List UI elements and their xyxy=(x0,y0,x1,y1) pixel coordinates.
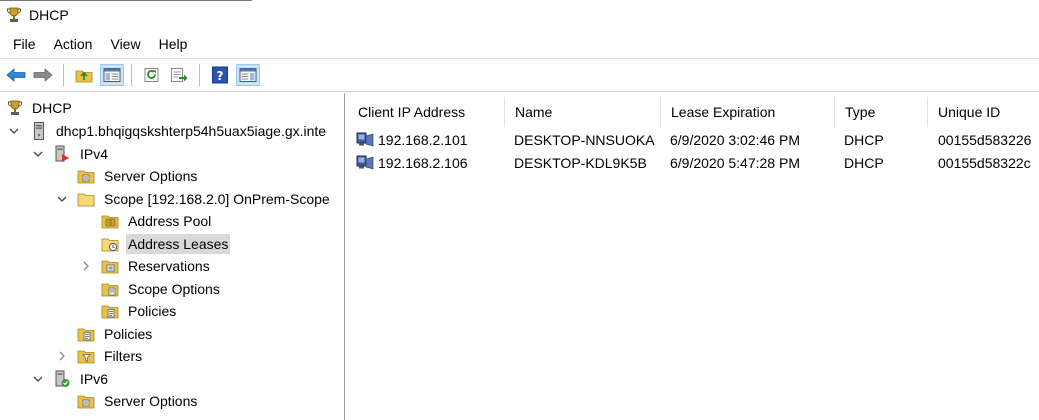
cell-lease-expiration: 6/9/2020 5:47:28 PM xyxy=(670,155,800,171)
tree-node-reservations[interactable]: Reservations xyxy=(0,255,344,277)
collapse-chevron-icon[interactable] xyxy=(31,147,45,161)
tree-label: Address Leases xyxy=(126,234,231,254)
cell-type: DHCP xyxy=(844,132,884,148)
tree-label: Filters xyxy=(104,348,143,364)
tree-label: Scope [192.168.2.0] OnPrem-Scope xyxy=(104,191,330,207)
tree-node-ipv4-policies[interactable]: Policies xyxy=(0,323,344,345)
lease-client-icon xyxy=(356,155,374,171)
toolbar-separator xyxy=(131,64,132,86)
title-bar: DHCP xyxy=(0,0,1039,30)
policies-icon xyxy=(77,325,95,343)
leases-list-view: Client IP Address Name Lease Expiration … xyxy=(348,93,1039,420)
tree-label: dhcp1.bhqigqskshterp54h5uax5iage.gx.inte xyxy=(56,123,327,139)
column-header-name[interactable]: Name xyxy=(505,97,661,127)
back-arrow-icon[interactable] xyxy=(4,64,28,86)
title-bar-divider xyxy=(0,0,252,1)
column-header-lease-expiration[interactable]: Lease Expiration xyxy=(661,97,835,127)
server-icon xyxy=(30,122,48,140)
menu-help[interactable]: Help xyxy=(153,33,194,55)
tree-node-address-leases[interactable]: Address Leases xyxy=(0,233,344,255)
tree-label: Server Options xyxy=(104,393,198,409)
server-options-icon xyxy=(77,392,95,410)
collapse-chevron-icon[interactable] xyxy=(55,192,69,206)
tree-node-scope-policies[interactable]: Policies xyxy=(0,300,344,322)
menu-file[interactable]: File xyxy=(7,33,42,55)
cell-unique-id: 00155d58322c xyxy=(938,155,1031,171)
cell-type: DHCP xyxy=(844,155,884,171)
ipv4-icon xyxy=(53,145,71,163)
cell-lease-expiration: 6/9/2020 3:02:46 PM xyxy=(670,132,800,148)
table-row[interactable]: 192.168.2.101 DESKTOP-NNSUOKA 6/9/2020 3… xyxy=(348,129,1039,151)
tree-label: Scope Options xyxy=(128,281,220,297)
toolbar-separator xyxy=(63,64,64,86)
toolbar-separator xyxy=(199,64,200,86)
show-hide-console-tree-icon[interactable] xyxy=(100,64,124,86)
tree-node-filters[interactable]: Filters xyxy=(0,345,344,367)
collapse-chevron-icon[interactable] xyxy=(31,372,45,386)
policies-icon xyxy=(101,302,119,320)
toolbar: ? xyxy=(0,58,1039,92)
window-title: DHCP xyxy=(29,7,69,23)
menu-bar: File Action View Help xyxy=(0,32,1039,56)
reservations-icon xyxy=(101,257,119,275)
lease-client-icon xyxy=(356,132,374,148)
cell-name: DESKTOP-NNSUOKA xyxy=(514,132,655,148)
tree-label: Reservations xyxy=(128,258,210,274)
refresh-icon[interactable] xyxy=(140,64,164,86)
column-header-type[interactable]: Type xyxy=(835,97,928,127)
scope-folder-icon xyxy=(77,190,95,208)
tree-label: Policies xyxy=(104,326,153,342)
menu-view[interactable]: View xyxy=(104,33,146,55)
collapse-chevron-icon[interactable] xyxy=(7,124,21,138)
properties-icon[interactable] xyxy=(236,64,260,86)
dhcp-trophy-icon xyxy=(5,6,23,24)
tree-node-address-pool[interactable]: Address Pool xyxy=(0,210,344,232)
expand-chevron-icon[interactable] xyxy=(55,349,69,363)
tree-node-ipv6-server-options[interactable]: Server Options xyxy=(0,390,344,412)
help-icon[interactable]: ? xyxy=(208,64,232,86)
tree-node-server[interactable]: dhcp1.bhqigqskshterp54h5uax5iage.gx.inte xyxy=(0,120,344,142)
tree-node-scope[interactable]: Scope [192.168.2.0] OnPrem-Scope xyxy=(0,188,344,210)
cell-name: DESKTOP-KDL9K5B xyxy=(514,155,647,171)
tree-node-ipv6[interactable]: IPv6 xyxy=(0,368,344,390)
tree-label: Address Pool xyxy=(128,213,212,229)
cell-client-ip: 192.168.2.101 xyxy=(378,132,468,148)
forward-arrow-icon[interactable] xyxy=(31,64,55,86)
scope-options-icon xyxy=(101,280,119,298)
tree-node-dhcp[interactable]: DHCP xyxy=(0,97,344,119)
tree-node-server-options[interactable]: Server Options xyxy=(0,165,344,187)
tree-label: Policies xyxy=(128,303,177,319)
tree-node-ipv4[interactable]: IPv4 xyxy=(0,143,344,165)
tree-label: IPv4 xyxy=(80,146,109,162)
ipv6-icon xyxy=(53,370,71,388)
filters-icon xyxy=(77,347,95,365)
column-header-client-ip[interactable]: Client IP Address xyxy=(348,97,505,127)
console-tree: DHCP dhcp1.bhqigqskshterp54h5uax5iage.gx… xyxy=(0,93,345,420)
tree-label: DHCP xyxy=(32,100,72,116)
up-folder-icon[interactable] xyxy=(72,64,96,86)
table-row[interactable]: 192.168.2.106 DESKTOP-KDL9K5B 6/9/2020 5… xyxy=(348,152,1039,174)
svg-text:?: ? xyxy=(217,69,224,83)
tree-label: Server Options xyxy=(104,168,198,184)
server-options-icon xyxy=(77,167,95,185)
tree-node-scope-options[interactable]: Scope Options xyxy=(0,278,344,300)
cell-unique-id: 00155d583226 xyxy=(938,132,1032,148)
export-list-icon[interactable] xyxy=(167,64,191,86)
address-leases-icon xyxy=(101,235,119,253)
column-header-unique-id[interactable]: Unique ID xyxy=(928,97,1039,127)
expand-chevron-icon[interactable] xyxy=(79,259,93,273)
list-header: Client IP Address Name Lease Expiration … xyxy=(348,97,1039,127)
dhcp-trophy-icon xyxy=(6,99,24,117)
menu-action[interactable]: Action xyxy=(48,33,99,55)
cell-client-ip: 192.168.2.106 xyxy=(378,155,468,171)
tree-label: IPv6 xyxy=(80,371,109,387)
address-pool-icon xyxy=(101,212,119,230)
